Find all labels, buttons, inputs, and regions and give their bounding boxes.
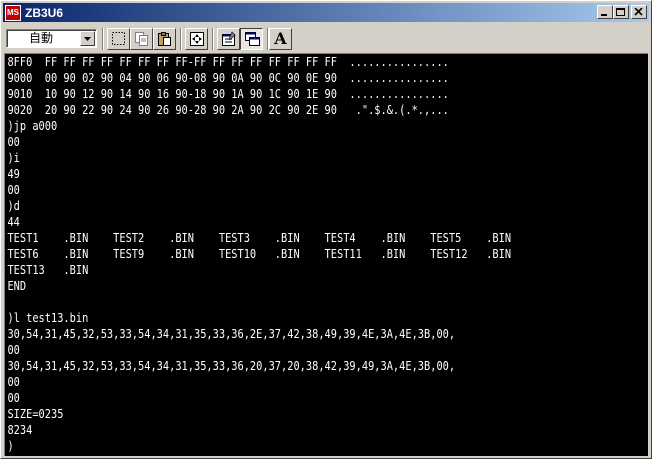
toolbar: 自動 A [3,24,649,52]
title-bar[interactable]: MS ZB3U6 [3,3,649,22]
console-text: 8FF0 FF FF FF FF FF FF FF FF-FF FF FF FF… [5,54,532,454]
console-line: SIZE=0235 [7,406,64,421]
toolbar-separator [102,28,104,50]
console-line: 30,54,31,45,32,53,33,54,34,31,35,33,36,2… [7,358,456,373]
maximize-icon [616,8,625,16]
console-line: )jp a000 [7,118,58,133]
app-icon-label: MS [7,7,19,17]
chevron-down-icon [84,37,91,41]
console-line: END [7,278,27,293]
console-line: )d [7,198,20,213]
console-line: 00 [7,390,20,405]
font-a-icon: A [274,29,287,48]
console-line: 49 [7,166,20,181]
console-line: )l test13.bin [7,310,89,325]
properties-icon [222,31,236,46]
paste-icon [158,32,171,46]
toolbar-separator [212,28,214,50]
minimize-button[interactable] [597,5,613,19]
console-line: 9010 10 90 12 90 14 90 16 90-18 90 1A 90… [7,86,449,101]
console-line: 9000 00 90 02 90 04 90 06 90-08 90 0A 90… [7,70,449,85]
console-line: TEST1 .BIN TEST2 .BIN TEST3 .BIN TEST4 .… [7,230,512,245]
console-line: TEST6 .BIN TEST9 .BIN TEST10 .BIN TEST11… [7,246,512,261]
app-icon[interactable]: MS [5,4,21,21]
console-line: 8234 [7,422,33,437]
console-line: )i [7,150,20,165]
window-background-icon [245,32,260,46]
console-output[interactable]: 8FF0 FF FF FF FF FF FF FF FF-FF FF FF FF… [4,53,648,456]
console-line: 00 [7,134,20,149]
select-rectangle-icon [112,32,125,45]
font-size-select[interactable]: 自動 [6,29,97,48]
copy-icon [135,32,148,46]
dropdown-button[interactable] [80,31,95,46]
caption-buttons [597,5,647,19]
toolbar-separator [180,28,182,50]
console-line: ) [7,438,14,453]
console-line: 30,54,31,45,32,53,33,54,34,31,35,33,36,2… [7,326,456,341]
close-button[interactable] [631,5,647,19]
copy-button[interactable] [130,28,153,50]
window-title: ZB3U6 [25,5,64,20]
minimize-icon [601,14,607,16]
font-size-select-value: 自動 [29,31,54,45]
maximize-button[interactable] [613,5,629,19]
console-line: 00 [7,342,20,357]
fullscreen-icon [190,32,204,46]
console-line: 00 [7,182,20,197]
select-all-button[interactable] [107,28,130,50]
console-line: 00 [7,374,20,389]
font-button[interactable]: A [269,28,292,50]
fullscreen-button[interactable] [185,28,208,50]
terminal-window: MS ZB3U6 自動 A 8FF0 FF FF FF FF FF FF FF … [0,0,652,459]
console-line: TEST13 .BIN [7,262,89,277]
console-line: 9020 20 90 22 90 24 90 26 90-28 90 2A 90… [7,102,449,117]
console-line: 8FF0 FF FF FF FF FF FF FF FF-FF FF FF FF… [7,54,449,69]
close-icon [634,8,643,16]
background-button[interactable] [240,28,263,50]
paste-button[interactable] [153,28,176,50]
properties-button[interactable] [217,28,240,50]
console-line: 44 [7,214,20,229]
